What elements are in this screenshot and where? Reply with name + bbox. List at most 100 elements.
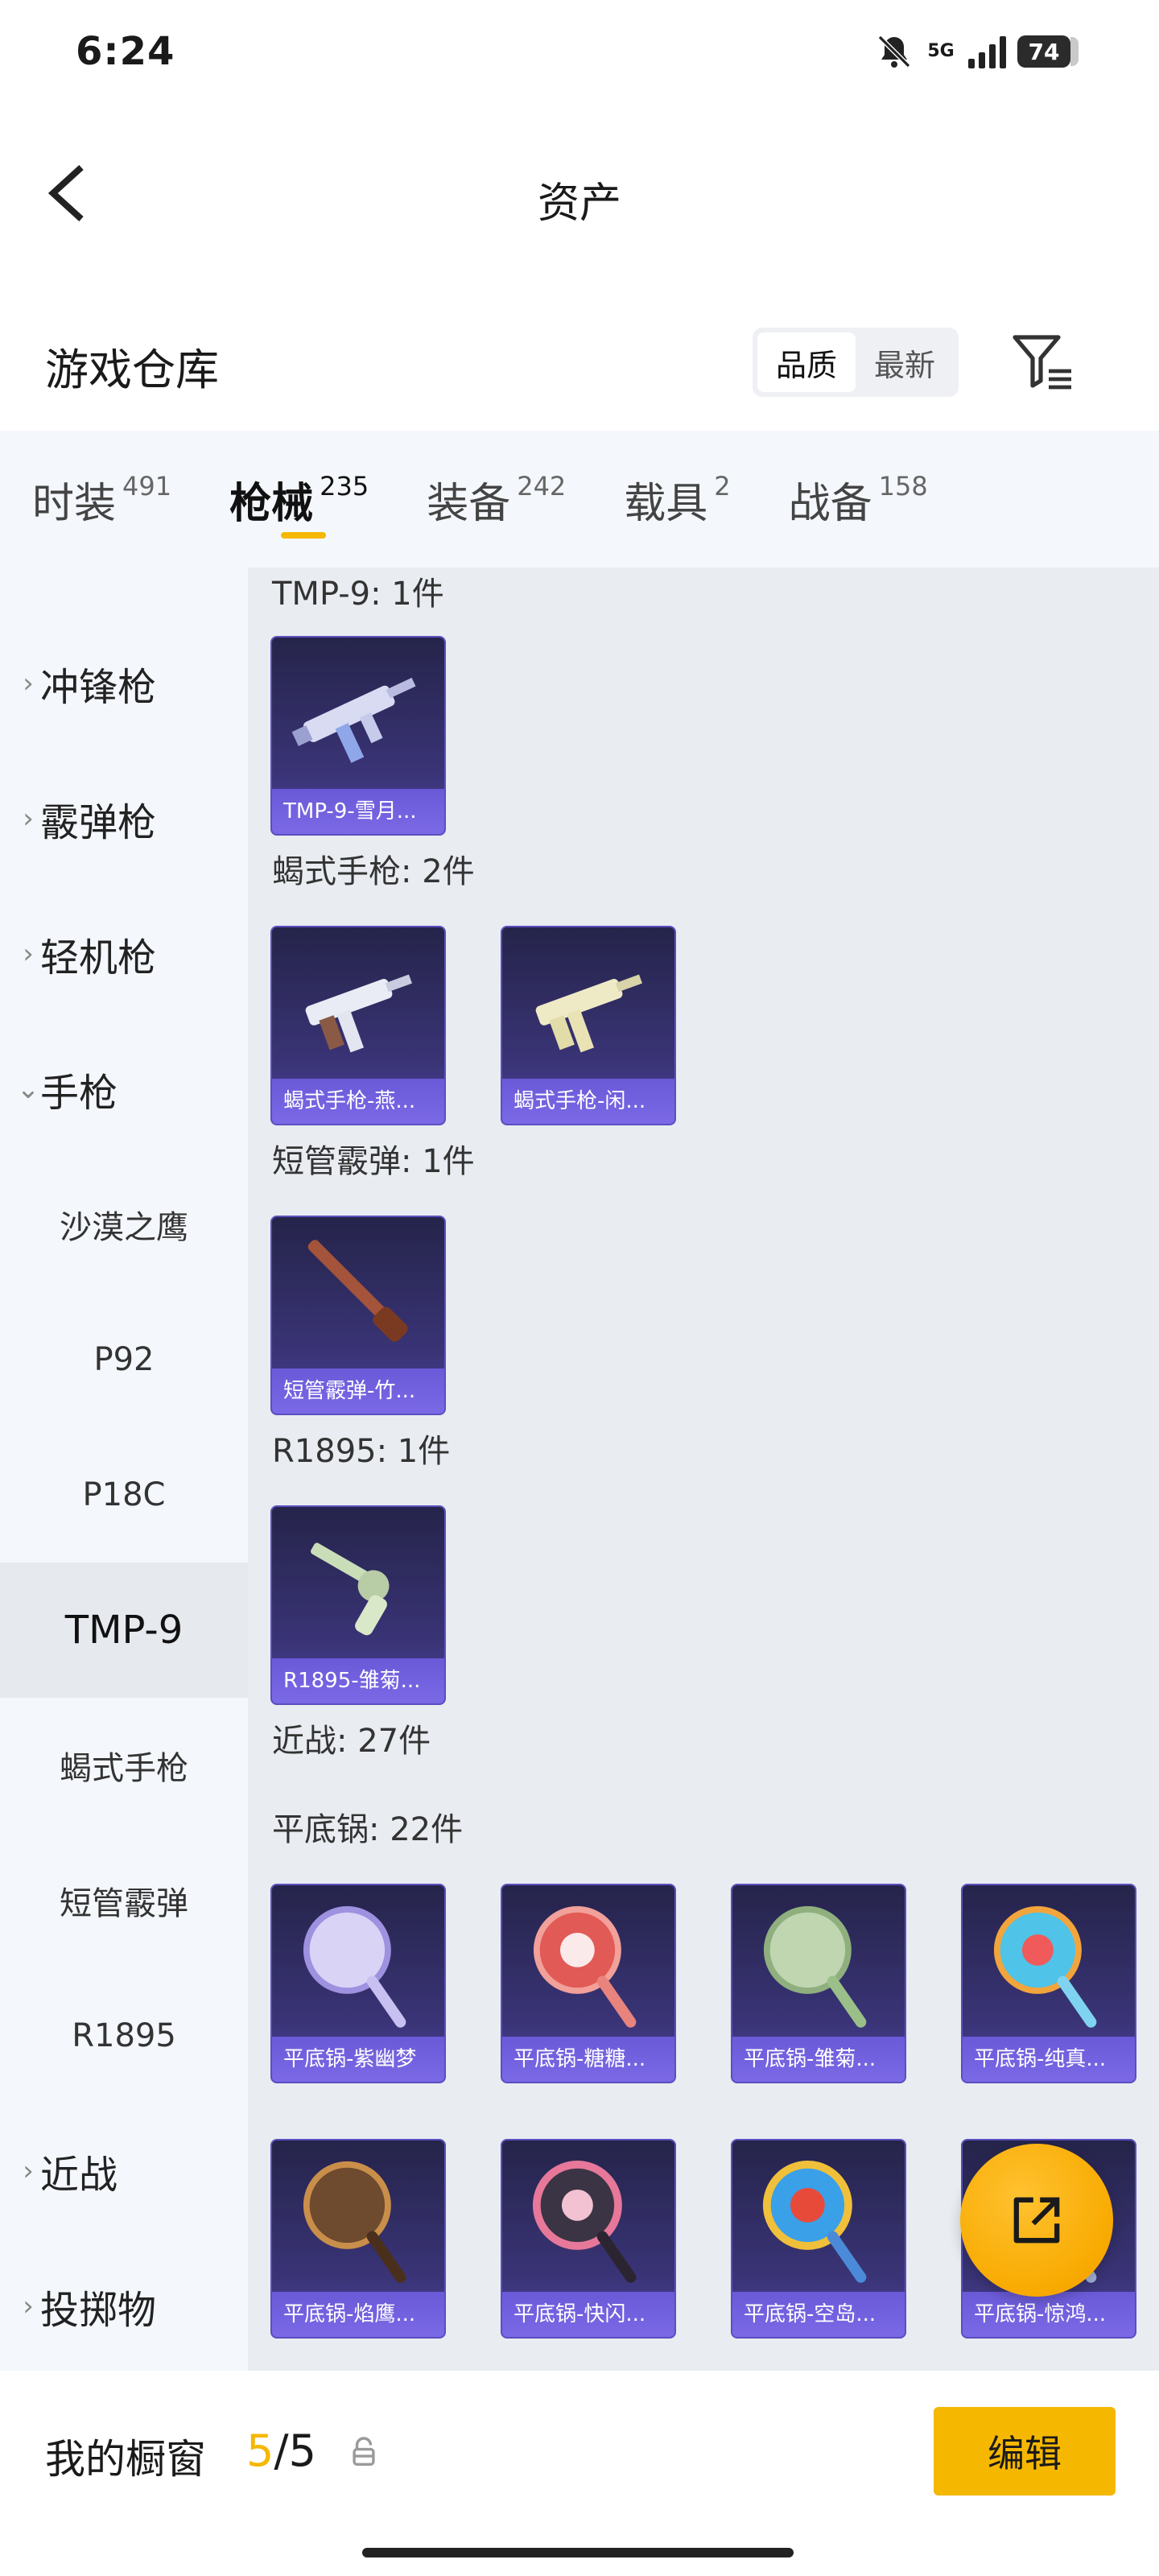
tab-label: 装备 [427, 479, 511, 528]
tab-equipment[interactable]: 装备 242 [427, 469, 566, 530]
category-tabs: 时装 491 枪械 235 装备 242 载具 2 战备 158 [0, 431, 1159, 568]
pan-icon [533, 1905, 637, 2028]
home-indicator[interactable] [362, 2548, 794, 2557]
tab-count: 158 [878, 470, 928, 502]
battery-level: 74 [1017, 35, 1070, 68]
tab-firearms[interactable]: 枪械 235 [229, 469, 369, 539]
sidebar-item-pistol[interactable]: ⌄ 手枪 [0, 1022, 248, 1157]
item-card[interactable]: 平底锅-空岛... [731, 2139, 906, 2339]
sidebar-item-label: P18C [82, 1476, 166, 1513]
sidebar-item-label: 霰弹枪 [40, 800, 157, 845]
sort-quality-option[interactable]: 品质 [757, 332, 856, 392]
group-title: 蝎式手枪: 2件 [272, 853, 475, 890]
tab-count: 491 [122, 470, 172, 502]
bottom-bar: 我的橱窗 5/5 编辑 [0, 2371, 1159, 2576]
item-name: 蝎式手枪-燕... [272, 1079, 444, 1124]
pan-icon [993, 1905, 1097, 2028]
sidebar-item-label: 手枪 [40, 1071, 118, 1116]
chevron-right-icon: › [23, 2290, 34, 2322]
sidebar-item-label: 沙漠之鹰 [60, 1209, 188, 1246]
item-name: 平底锅-焰鹰... [272, 2292, 444, 2337]
sidebar-item-shotgun[interactable]: › 霰弹枪 [0, 751, 248, 886]
status-icons: 5G 74 [875, 32, 1079, 71]
item-name: 平底锅-惊鸿... [963, 2292, 1135, 2337]
share-fab[interactable] [960, 2144, 1113, 2297]
tab-label: 战备 [788, 479, 872, 528]
item-card[interactable]: 蝎式手枪-闲... [501, 926, 676, 1125]
sort-newest-option[interactable]: 最新 [856, 332, 954, 392]
chevron-right-icon: › [23, 667, 34, 700]
item-grid-area[interactable]: TMP-9: 1件 TMP-9-雪月... 蝎式手枪: 2件 蝎式手枪-燕... [248, 568, 1159, 2371]
group-title: 平底锅: 22件 [272, 1811, 464, 1848]
group-title: TMP-9: 1件 [272, 576, 444, 613]
sidebar-item-label: TMP-9 [64, 1608, 184, 1653]
item-card[interactable]: 蝎式手枪-燕... [270, 926, 446, 1125]
group-title: 短管霰弹: 1件 [272, 1143, 475, 1180]
app-header: 资产 [0, 129, 1159, 250]
sidebar-item-label: P92 [93, 1341, 155, 1378]
status-bar: 6:24 5G 74 [0, 0, 1159, 105]
battery-icon: 74 [1017, 35, 1079, 68]
sidebar-subitem-sawed-off[interactable]: 短管霰弹 [0, 1833, 248, 1968]
smg-icon [535, 974, 642, 1053]
chevron-right-icon: › [23, 2155, 34, 2187]
pan-icon [303, 2161, 406, 2283]
bell-muted-icon [877, 35, 911, 68]
group-title: R1895: 1件 [272, 1433, 451, 1470]
sidebar-item-melee[interactable]: › 近战 [0, 2103, 248, 2239]
item-name: 平底锅-雏菊... [732, 2037, 905, 2082]
item-name: 平底锅-糖糖... [502, 2037, 674, 2082]
item-name: 平底锅-纯真... [963, 2037, 1135, 2082]
sidebar-subitem-p18c[interactable]: P18C [0, 1427, 248, 1563]
item-name: TMP-9-雪月... [272, 789, 444, 834]
weapon-category-sidebar: › 冲锋枪 › 霰弹枪 › 轻机枪 ⌄ 手枪 沙漠之鹰 P92 P18C TMP… [0, 568, 248, 2371]
lock-icon [353, 2437, 375, 2467]
item-card[interactable]: 平底锅-雏菊... [731, 1884, 906, 2083]
item-card[interactable]: 平底锅-纯真... [961, 1884, 1136, 2083]
sort-toggle: 品质 最新 [753, 328, 959, 397]
item-name: 平底锅-紫幽梦 [272, 2037, 444, 2082]
pan-icon [762, 2160, 867, 2283]
sidebar-subitem-tmp9[interactable]: TMP-9 [0, 1563, 248, 1698]
chevron-right-icon: › [23, 803, 34, 835]
item-card[interactable]: 平底锅-紫幽梦 [270, 1884, 446, 2083]
group-title: 近战: 27件 [272, 1723, 431, 1760]
pan-icon [763, 1905, 867, 2028]
active-tab-indicator [281, 531, 327, 539]
showcase-count: 5/5 [246, 2425, 316, 2476]
pan-icon [303, 1905, 406, 2028]
showcase-current: 5 [246, 2425, 274, 2476]
item-card[interactable]: 平底锅-快闪... [501, 2139, 676, 2339]
item-card[interactable]: TMP-9-雪月... [270, 636, 446, 836]
tab-vehicles[interactable]: 载具 2 [624, 469, 730, 530]
tab-label: 枪械 [229, 479, 314, 528]
sidebar-item-label: 投掷物 [40, 2288, 157, 2333]
share-external-icon [1013, 2197, 1060, 2244]
item-name: 蝎式手枪-闲... [502, 1079, 674, 1124]
tab-supplies[interactable]: 战备 158 [789, 469, 928, 530]
item-card[interactable]: 短管霰弹-竹... [270, 1216, 446, 1415]
edit-button[interactable]: 编辑 [934, 2407, 1116, 2496]
item-card[interactable]: 平底锅-焰鹰... [270, 2139, 446, 2339]
tab-fashion[interactable]: 时装 491 [32, 469, 171, 530]
section-title: 游戏仓库 [45, 345, 219, 395]
sidebar-subitem-desert-eagle[interactable]: 沙漠之鹰 [0, 1157, 248, 1292]
sidebar-item-throwables[interactable]: › 投掷物 [0, 2239, 248, 2374]
sidebar-item-label: 冲锋枪 [40, 665, 157, 710]
sidebar-item-label: 蝎式手枪 [60, 1750, 188, 1787]
sidebar-item-smg[interactable]: › 冲锋枪 [0, 616, 248, 751]
sidebar-subitem-p92[interactable]: P92 [0, 1292, 248, 1427]
sidebar-subitem-skorpion[interactable]: 蝎式手枪 [0, 1698, 248, 1833]
status-time: 6:24 [76, 29, 175, 74]
sidebar-item-label: 短管霰弹 [60, 1885, 188, 1922]
smg-icon [305, 974, 412, 1053]
revolver-icon [311, 1542, 390, 1636]
item-card[interactable]: 平底锅-糖糖... [501, 1884, 676, 2083]
tab-count: 235 [320, 470, 369, 502]
filter-icon[interactable] [1010, 332, 1074, 391]
page-title: 资产 [537, 180, 621, 228]
sidebar-item-lmg[interactable]: › 轻机枪 [0, 886, 248, 1022]
sidebar-subitem-r1895[interactable]: R1895 [0, 1968, 248, 2103]
item-name: R1895-雏菊... [272, 1658, 444, 1703]
item-card[interactable]: R1895-雏菊... [270, 1505, 446, 1705]
